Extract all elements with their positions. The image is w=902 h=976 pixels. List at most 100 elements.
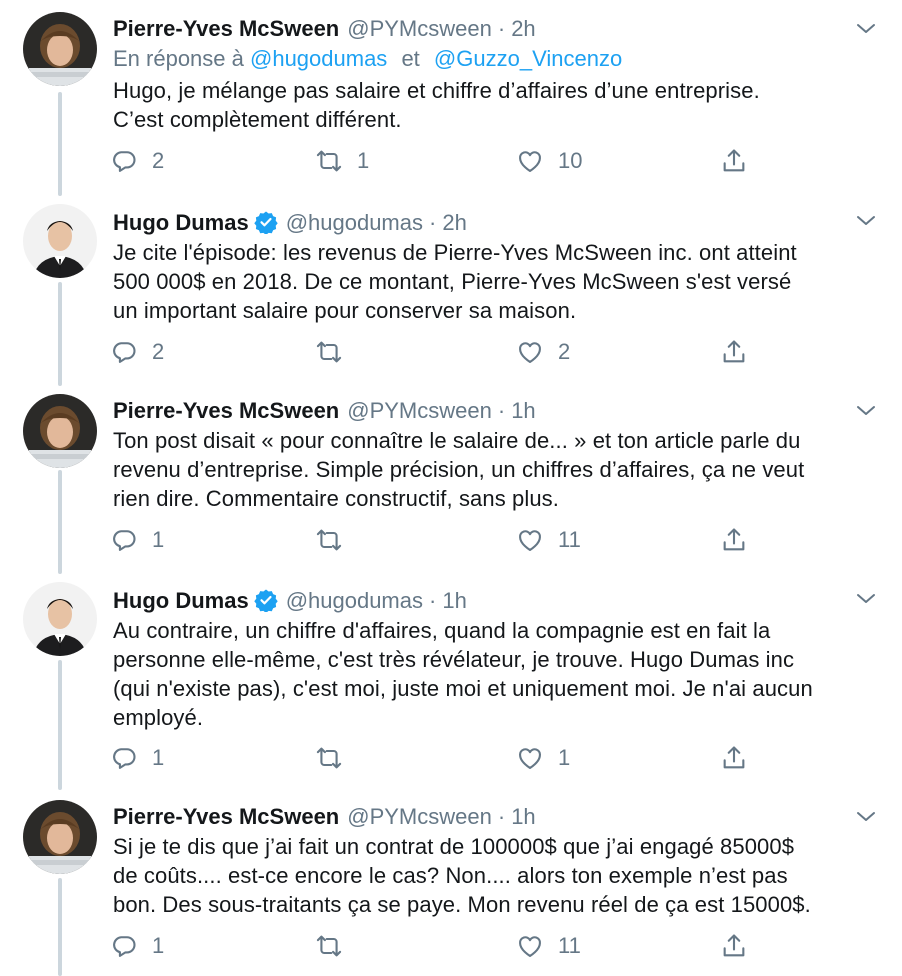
like-button[interactable]: 11: [516, 524, 581, 556]
tweet-time[interactable]: 1h: [511, 802, 535, 832]
tweet-text: Au contraire, un chiffre d'affaires, qua…: [113, 616, 884, 732]
retweet-button[interactable]: 1: [315, 145, 369, 177]
like-count: 2: [558, 339, 571, 364]
reply-icon: [110, 932, 138, 960]
like-icon: [516, 147, 544, 175]
reply-join: et: [401, 46, 420, 71]
separator-dot: ·: [497, 16, 506, 41]
author-name[interactable]: Hugo Dumas: [113, 208, 249, 238]
retweet-icon: [315, 147, 343, 175]
share-button[interactable]: [720, 524, 748, 556]
tweet-text-line: C’est complètement différent.: [113, 107, 402, 132]
reply-icon: [110, 338, 138, 366]
share-button[interactable]: [720, 930, 748, 962]
reply-count: 2: [152, 339, 165, 364]
caret-down-icon[interactable]: [854, 16, 878, 40]
author-handle[interactable]: @hugodumas: [286, 208, 423, 238]
verified-badge-icon: [253, 588, 278, 613]
author-name[interactable]: Hugo Dumas: [113, 586, 249, 616]
retweet-button[interactable]: [315, 742, 357, 774]
like-icon: [516, 744, 544, 772]
share-button[interactable]: [720, 336, 748, 368]
reply-button[interactable]: 1: [110, 930, 164, 962]
hugo-avatar[interactable]: [23, 204, 97, 278]
share-button[interactable]: [720, 145, 748, 177]
reply-prefix: En réponse à: [113, 46, 244, 71]
retweet-count: 1: [357, 148, 370, 173]
caret-down-icon[interactable]: [854, 398, 878, 422]
caret-down-icon[interactable]: [854, 208, 878, 232]
tweet-text-line: 500 000$ en 2018. De ce montant, Pierre-…: [113, 269, 792, 294]
tweet[interactable]: Pierre-Yves McSween @PYMcsween · 1h Si j…: [0, 788, 902, 976]
caret-down-icon[interactable]: [854, 586, 878, 610]
tweet-time[interactable]: 2h: [511, 14, 535, 44]
tweet-text-line: Au contraire, un chiffre d'affaires, qua…: [113, 618, 771, 643]
retweet-button[interactable]: [315, 930, 357, 962]
tweet[interactable]: Pierre-Yves McSween @PYMcsween · 1h Ton …: [0, 382, 902, 572]
tweet-text-line: revenu d’entreprise. Simple précision, u…: [113, 457, 805, 482]
retweet-icon: [315, 338, 343, 366]
share-icon: [720, 147, 748, 175]
tweet[interactable]: Hugo Dumas @hugodumas · 1h Au contraire,…: [0, 570, 902, 788]
retweet-icon: [315, 744, 343, 772]
tweet-time[interactable]: 1h: [442, 586, 466, 616]
tweet-time[interactable]: 2h: [442, 208, 466, 238]
like-button[interactable]: 1: [516, 742, 570, 774]
like-button[interactable]: 11: [516, 930, 581, 962]
share-button[interactable]: [720, 742, 748, 774]
share-icon: [720, 526, 748, 554]
tweet-actions: 1 11: [110, 524, 760, 556]
tweet-time[interactable]: 1h: [511, 396, 535, 426]
separator-dot: ·: [497, 398, 506, 423]
separator-dot: ·: [429, 588, 437, 613]
pierre-yves-avatar[interactable]: [23, 12, 97, 86]
like-button[interactable]: 10: [516, 145, 582, 177]
author-handle[interactable]: @PYMcsween: [347, 802, 492, 832]
tweet[interactable]: Pierre-Yves McSween @PYMcsween · 2h En r…: [0, 0, 902, 196]
tweet-text-line: bon. Des sous-traitants ça se paye. Mon …: [113, 892, 811, 917]
retweet-button[interactable]: [315, 524, 357, 556]
tweet-actions: 1 11: [110, 930, 760, 962]
tweet-text-line: employé.: [113, 705, 204, 730]
like-count: 11: [558, 527, 581, 552]
tweet[interactable]: Hugo Dumas @hugodumas · 2h Je cite l'épi…: [0, 192, 902, 382]
pierre-yves-avatar[interactable]: [23, 394, 97, 468]
author-name[interactable]: Pierre-Yves McSween: [113, 14, 339, 44]
caret-down-icon[interactable]: [854, 804, 878, 828]
like-button[interactable]: 2: [516, 336, 570, 368]
author-handle[interactable]: @hugodumas: [286, 586, 423, 616]
separator-dot: ·: [429, 210, 437, 235]
tweet-text-line: Si je te dis que j’ai fait un contrat de…: [113, 834, 795, 859]
tweet-text-line: Ton post disait « pour connaître le sala…: [113, 428, 801, 453]
author-name[interactable]: Pierre-Yves McSween: [113, 802, 339, 832]
reply-button[interactable]: 1: [110, 524, 164, 556]
reply-context: En réponse à @hugodumas et @Guzzo_Vincen…: [113, 44, 622, 74]
reply-button[interactable]: 1: [110, 742, 164, 774]
like-icon: [516, 338, 544, 366]
tweet-text: Hugo, je mélange pas salaire et chiffre …: [113, 76, 884, 134]
pierre-yves-avatar[interactable]: [23, 800, 97, 874]
author-handle[interactable]: @PYMcsween: [347, 396, 492, 426]
tweet-text: Je cite l'épisode: les revenus de Pierre…: [113, 238, 884, 325]
like-count: 10: [558, 148, 583, 173]
author-handle[interactable]: @PYMcsween: [347, 14, 492, 44]
tweet-text: Si je te dis que j’ai fait un contrat de…: [113, 832, 884, 919]
share-icon: [720, 744, 748, 772]
retweet-button[interactable]: [315, 336, 357, 368]
reply-icon: [110, 147, 138, 175]
author-name[interactable]: Pierre-Yves McSween: [113, 396, 339, 426]
share-icon: [720, 932, 748, 960]
hugo-avatar[interactable]: [23, 582, 97, 656]
reply-button[interactable]: 2: [110, 336, 164, 368]
tweet-header: Pierre-Yves McSween @PYMcsween · 2h: [113, 14, 882, 44]
separator-dot: ·: [497, 804, 506, 829]
tweet-text-line: de coûts.... est-ce encore le cas? Non..…: [113, 863, 788, 888]
retweet-icon: [315, 526, 343, 554]
mention-link[interactable]: @hugodumas: [250, 46, 387, 71]
tweet-header: Pierre-Yves McSween @PYMcsween · 1h: [113, 802, 882, 832]
reply-button[interactable]: 2: [110, 145, 164, 177]
tweet-header: Pierre-Yves McSween @PYMcsween · 1h: [113, 396, 882, 426]
tweet-actions: 1 1: [110, 742, 760, 774]
mention-link[interactable]: @Guzzo_Vincenzo: [434, 46, 622, 71]
reply-count: 1: [152, 527, 165, 552]
